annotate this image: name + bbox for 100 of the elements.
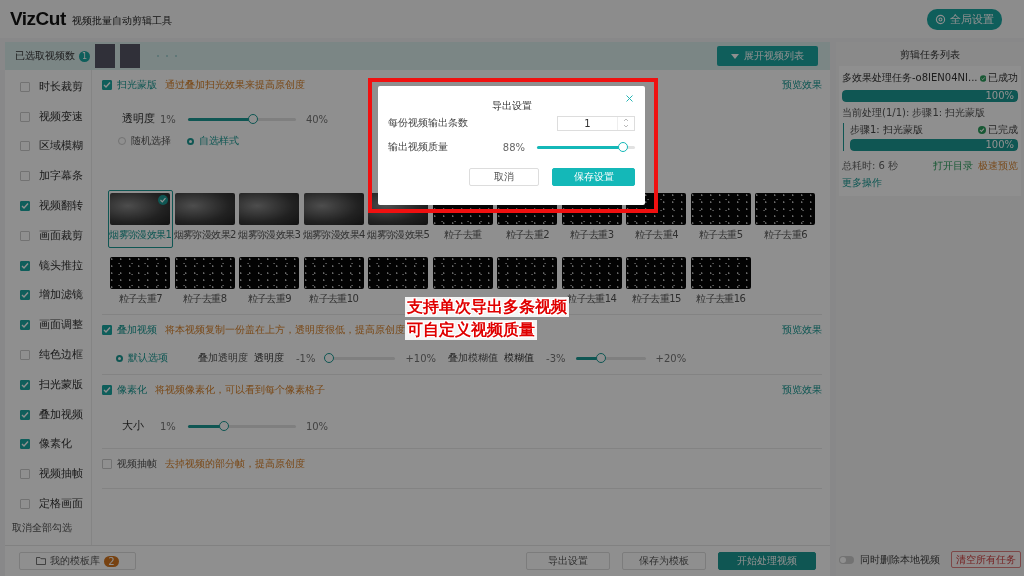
thumbnail-label: 粒子去重6: [763, 228, 807, 242]
step-status: 已完成: [988, 123, 1018, 137]
checkbox[interactable]: [20, 230, 30, 241]
sidebar-item[interactable]: 纯色边框: [39, 348, 83, 363]
section-title: 叠加视频: [117, 323, 157, 337]
task-link[interactable]: 更多操作: [842, 176, 882, 190]
slider-label: 透明度: [122, 112, 156, 126]
spinner-icon[interactable]: [623, 116, 629, 130]
field-label: 输出视频质量: [388, 140, 448, 154]
slider[interactable]: [187, 117, 296, 121]
number-input[interactable]: 1: [557, 115, 635, 131]
effect-option[interactable]: 粒子去重16: [688, 254, 753, 312]
slider[interactable]: [187, 424, 296, 428]
checkbox[interactable]: [20, 81, 30, 92]
checkbox[interactable]: [20, 201, 30, 212]
checkbox[interactable]: [20, 350, 30, 361]
sidebar-item[interactable]: 视频翻转: [39, 199, 83, 214]
effect-option[interactable]: 烟雾弥漫效果1: [108, 190, 173, 248]
sidebar-item[interactable]: 扫光蒙版: [39, 377, 83, 392]
effect-option[interactable]: 烟雾弥漫效果3: [237, 190, 302, 248]
checkbox[interactable]: [20, 469, 30, 480]
effect-option[interactable]: 粒子去重7: [108, 254, 173, 312]
effect-option[interactable]: [495, 254, 560, 291]
sidebar-item[interactable]: 增加滤镜: [39, 288, 83, 303]
radio-button[interactable]: [187, 137, 194, 145]
checkbox[interactable]: [20, 409, 30, 420]
checkbox[interactable]: [102, 80, 112, 90]
checkbox[interactable]: [20, 379, 30, 390]
checkbox[interactable]: [102, 385, 112, 395]
checkbox[interactable]: [20, 499, 30, 510]
effect-option[interactable]: 粒子去重15: [624, 254, 689, 312]
action-button[interactable]: 开始处理视频: [718, 552, 816, 570]
template-library-button[interactable]: 我的模板库 2: [19, 552, 136, 570]
radio-label[interactable]: 随机选择: [131, 134, 171, 148]
radio-button[interactable]: [118, 137, 126, 145]
clear-all-link[interactable]: 取消全部勾选: [12, 520, 91, 535]
sidebar-item[interactable]: 视频变速: [39, 109, 83, 124]
radio-label[interactable]: 默认选项: [128, 351, 168, 365]
effect-option[interactable]: 粒子去重9: [237, 254, 302, 312]
checkbox[interactable]: [20, 141, 30, 152]
effect-option[interactable]: 粒子去重10: [301, 254, 366, 312]
sidebar-item[interactable]: 定格画面: [39, 497, 83, 512]
effect-preview: [626, 257, 687, 289]
sidebar-item[interactable]: 镜头推拉: [39, 258, 83, 273]
effect-option[interactable]: 粒子去重8: [172, 254, 237, 312]
preview-link[interactable]: 预览效果: [782, 383, 822, 397]
section-description: 将本视频复制一份盖在上方，透明度很低，提高原创度: [165, 323, 405, 337]
expand-list-button[interactable]: 展开视频列表: [717, 46, 818, 66]
sidebar-item[interactable]: 时长裁剪: [39, 79, 83, 94]
clear-tasks-button[interactable]: 清空所有任务: [951, 551, 1021, 568]
radio-button[interactable]: [116, 354, 123, 362]
task-link[interactable]: 打开目录: [933, 159, 973, 173]
dialog-button[interactable]: 取消: [469, 168, 539, 186]
slider-min: -3%: [546, 352, 566, 364]
toggle-switch[interactable]: [839, 555, 854, 564]
settings-button[interactable]: 全局设置: [927, 8, 1002, 30]
slider[interactable]: [575, 356, 646, 360]
effect-preview: [755, 193, 816, 225]
close-icon[interactable]: [626, 95, 633, 102]
checkbox[interactable]: [102, 325, 112, 335]
effect-option[interactable]: [366, 254, 431, 291]
preview-link[interactable]: 预览效果: [782, 323, 822, 337]
progress-percent: 100%: [985, 90, 1014, 102]
effect-option[interactable]: 烟雾弥漫效果2: [172, 190, 237, 248]
effect-preview: [497, 257, 558, 289]
thumbnail-label: 粒子去重14: [567, 292, 617, 304]
checkbox[interactable]: [20, 171, 30, 182]
sidebar-item[interactable]: 画面调整: [39, 318, 83, 333]
checkbox[interactable]: [20, 260, 30, 271]
quality-slider[interactable]: [537, 145, 635, 149]
thumbnail-label: 粒子去重: [443, 228, 482, 242]
task-link[interactable]: 极速预览: [978, 159, 1018, 173]
slider-max: +10%: [405, 352, 437, 364]
video-thumbnail[interactable]: [120, 44, 140, 68]
sidebar-item[interactable]: 加字幕条: [39, 169, 83, 184]
sidebar-item[interactable]: 像素化: [39, 437, 72, 452]
sidebar-item[interactable]: 视频抽帧: [39, 467, 83, 482]
sidebar-item[interactable]: 叠加视频: [39, 407, 83, 422]
section-description: 去掉视频的部分帧，提高原创度: [165, 457, 305, 471]
checkbox[interactable]: [20, 320, 30, 331]
dialog-button[interactable]: 保存设置: [552, 168, 635, 186]
effect-option[interactable]: 粒子去重6: [753, 190, 818, 248]
caret-icon: [731, 53, 739, 59]
effect-option[interactable]: 烟雾弥漫效果4: [301, 190, 366, 248]
sidebar-item[interactable]: 区域模糊: [39, 139, 83, 154]
effect-option[interactable]: 粒子去重5: [688, 190, 753, 248]
thumbnail-label: 烟雾弥漫效果4: [302, 228, 365, 242]
action-button[interactable]: 导出设置: [526, 552, 610, 570]
checkbox[interactable]: [102, 459, 112, 469]
checkbox[interactable]: [20, 439, 30, 450]
action-button[interactable]: 保存为模板: [622, 552, 706, 570]
checkbox[interactable]: [20, 290, 30, 301]
effect-option[interactable]: [430, 254, 495, 291]
thumbnail-label: 烟雾弥漫效果5: [367, 228, 430, 242]
dialog-title: 导出设置: [491, 100, 532, 111]
sidebar-item[interactable]: 画面裁剪: [39, 228, 83, 243]
checkbox[interactable]: [20, 111, 30, 122]
radio-label[interactable]: 自选样式: [199, 134, 239, 148]
preview-link[interactable]: 预览效果: [782, 78, 822, 92]
video-thumbnail[interactable]: [95, 44, 115, 68]
